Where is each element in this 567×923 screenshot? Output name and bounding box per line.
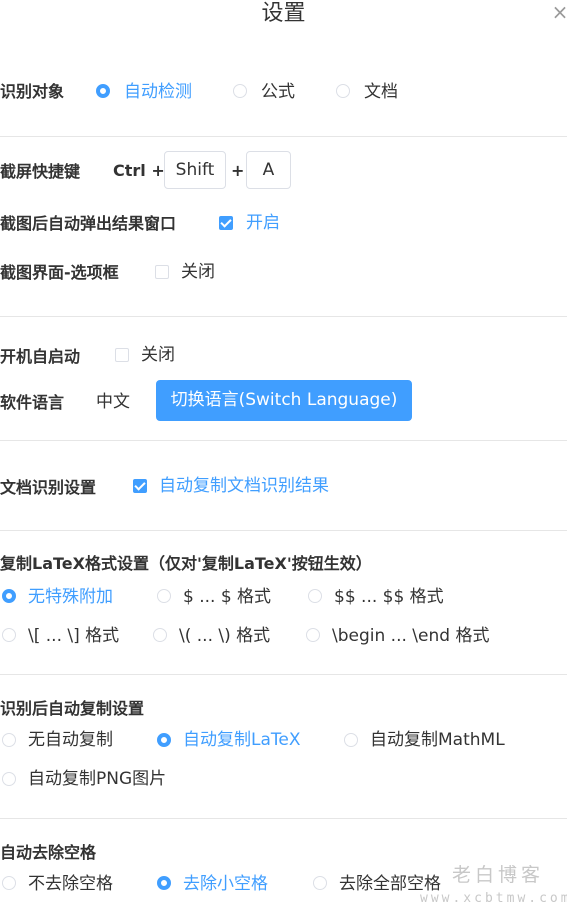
radio-formula[interactable] bbox=[233, 84, 247, 98]
radio-copy-png[interactable] bbox=[2, 772, 16, 786]
radio-latex-inline-dollar-label[interactable]: $ ... $ 格式 bbox=[183, 586, 271, 608]
watermark-text: 老白博客 bbox=[452, 864, 545, 886]
radio-auto-detect-label[interactable]: 自动检测 bbox=[124, 81, 192, 103]
radio-latex-display-dollar[interactable] bbox=[308, 589, 322, 603]
doc-recognition-label: 文档识别设置 bbox=[0, 478, 97, 497]
latex-format-label: 复制LaTeX格式设置（仅对'复制LaTeX'按钮生效） bbox=[0, 554, 372, 573]
language-label: 软件语言 bbox=[0, 393, 65, 412]
autostart-label: 开机自启动 bbox=[0, 347, 81, 366]
radio-copy-latex[interactable] bbox=[157, 733, 171, 747]
radio-copy-mathml-label[interactable]: 自动复制MathML bbox=[370, 729, 505, 751]
divider bbox=[0, 316, 567, 317]
radio-document-label[interactable]: 文档 bbox=[364, 81, 398, 103]
autostart-checkbox[interactable] bbox=[115, 348, 129, 362]
radio-latex-paren[interactable] bbox=[153, 628, 167, 642]
auto-copy-label: 识别后自动复制设置 bbox=[0, 699, 145, 718]
switch-language-button[interactable]: 切换语言(Switch Language) bbox=[156, 380, 412, 421]
radio-latex-bracket-label[interactable]: \[ ... \] 格式 bbox=[28, 625, 119, 647]
doc-auto-copy-label[interactable]: 自动复制文档识别结果 bbox=[159, 475, 329, 497]
auto-popup-label: 截图后自动弹出结果窗口 bbox=[0, 214, 177, 233]
radio-remove-all-spaces[interactable] bbox=[313, 876, 327, 890]
language-current: 中文 bbox=[96, 392, 130, 412]
radio-no-auto-copy[interactable] bbox=[2, 733, 16, 747]
radio-auto-detect[interactable] bbox=[96, 84, 110, 98]
radio-remove-small-spaces[interactable] bbox=[157, 876, 171, 890]
remove-spaces-label: 自动去除空格 bbox=[0, 843, 97, 862]
hotkey-prefix: Ctrl + bbox=[113, 161, 165, 180]
divider bbox=[0, 674, 567, 675]
radio-copy-png-label[interactable]: 自动复制PNG图片 bbox=[28, 768, 166, 790]
radio-latex-paren-label[interactable]: \( ... \) 格式 bbox=[179, 625, 270, 647]
radio-keep-spaces-label[interactable]: 不去除空格 bbox=[28, 873, 113, 895]
recognition-target-label: 识别对象 bbox=[0, 82, 65, 101]
divider bbox=[0, 530, 567, 531]
options-box-checkbox[interactable] bbox=[155, 265, 169, 279]
hotkey-label: 截屏快捷键 bbox=[0, 162, 81, 181]
hotkey-key-a[interactable]: A bbox=[246, 151, 291, 189]
auto-popup-checkbox[interactable] bbox=[219, 216, 233, 230]
divider bbox=[0, 136, 567, 137]
radio-remove-small-spaces-label[interactable]: 去除小空格 bbox=[183, 873, 268, 895]
autostart-state[interactable]: 关闭 bbox=[141, 344, 175, 366]
radio-latex-display-dollar-label[interactable]: $$ ... $$ 格式 bbox=[334, 586, 444, 608]
hotkey-key-shift[interactable]: Shift bbox=[164, 151, 226, 189]
radio-copy-latex-label[interactable]: 自动复制LaTeX bbox=[183, 729, 301, 751]
radio-latex-begin-end[interactable] bbox=[306, 628, 320, 642]
options-box-label: 截图界面-选项框 bbox=[0, 263, 119, 282]
radio-no-auto-copy-label[interactable]: 无自动复制 bbox=[28, 729, 113, 751]
radio-keep-spaces[interactable] bbox=[2, 876, 16, 890]
watermark-url: www.xcbtmw.com bbox=[420, 891, 567, 906]
radio-latex-bracket[interactable] bbox=[2, 628, 16, 642]
divider bbox=[0, 440, 567, 441]
radio-latex-inline-dollar[interactable] bbox=[157, 589, 171, 603]
divider bbox=[0, 818, 567, 819]
doc-auto-copy-checkbox[interactable] bbox=[133, 479, 147, 493]
hotkey-plus: + bbox=[231, 161, 245, 180]
close-icon[interactable]: × bbox=[550, 2, 567, 22]
radio-formula-label[interactable]: 公式 bbox=[261, 81, 295, 103]
radio-document[interactable] bbox=[336, 84, 350, 98]
radio-latex-none-label[interactable]: 无特殊附加 bbox=[28, 586, 113, 608]
radio-latex-begin-end-label[interactable]: \begin ... \end 格式 bbox=[332, 625, 489, 647]
radio-copy-mathml[interactable] bbox=[344, 733, 358, 747]
auto-popup-state[interactable]: 开启 bbox=[246, 212, 280, 234]
dialog-title: 设置 bbox=[261, 1, 306, 26]
radio-latex-none[interactable] bbox=[2, 589, 16, 603]
options-box-state[interactable]: 关闭 bbox=[181, 261, 215, 283]
